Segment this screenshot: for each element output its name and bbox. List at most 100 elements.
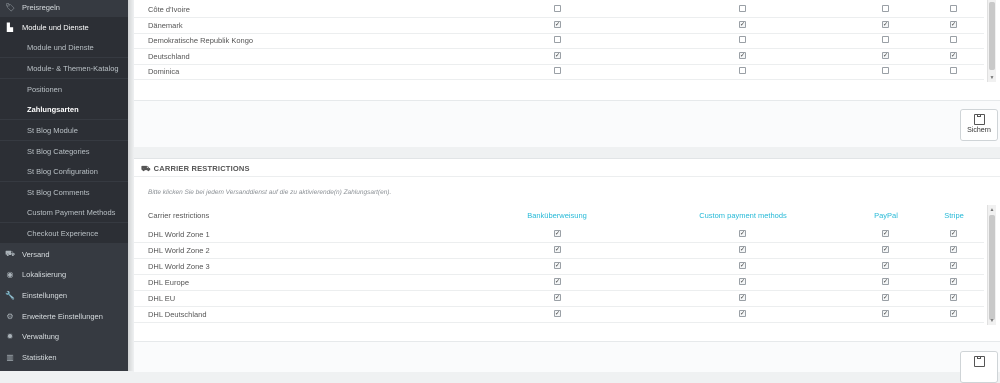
- row-name: Dänemark: [148, 20, 183, 30]
- column-header-custom-payment-methods[interactable]: Custom payment methods: [693, 211, 793, 220]
- sidebar-item-label: St Blog Module: [27, 125, 78, 135]
- table-row: Demokratische Republik Kongo: [134, 33, 984, 49]
- payment-checkbox[interactable]: [554, 310, 561, 317]
- payment-checkbox[interactable]: [882, 278, 889, 285]
- payment-checkbox[interactable]: [554, 262, 561, 269]
- column-header-stripe[interactable]: Stripe: [934, 211, 974, 220]
- sidebar-item-module-und-dienste[interactable]: ▙ Module und Dienste: [0, 17, 128, 37]
- payment-checkbox[interactable]: [739, 5, 746, 12]
- payment-checkbox[interactable]: [882, 5, 889, 12]
- tag-icon: 🏷: [5, 2, 16, 12]
- sidebar-subitem-st-blog-configuration[interactable]: St Blog Configuration: [0, 161, 128, 181]
- sidebar-subitem-custom-payment-methods[interactable]: Custom Payment Methods: [0, 202, 128, 222]
- payment-checkbox[interactable]: [739, 294, 746, 301]
- payment-checkbox[interactable]: [882, 230, 889, 237]
- payment-checkbox[interactable]: [739, 20, 746, 28]
- table-row: DHL Europe: [134, 275, 984, 291]
- scroll-down-arrow-icon[interactable]: ▼: [988, 317, 996, 325]
- payment-checkbox[interactable]: [554, 67, 561, 74]
- sidebar-item-lokalisierung[interactable]: ◉ Lokalisierung: [0, 264, 128, 284]
- globe-icon: ◉: [6, 269, 14, 279]
- payment-checkbox[interactable]: [554, 5, 561, 12]
- payment-checkbox[interactable]: [739, 310, 746, 317]
- row-name: DHL Deutschland: [148, 310, 207, 319]
- payment-checkbox[interactable]: [739, 67, 746, 74]
- payment-checkbox[interactable]: [554, 20, 561, 28]
- payment-checkbox[interactable]: [882, 294, 889, 301]
- country-table-scrollbar[interactable]: ▼: [987, 0, 996, 82]
- payment-checkbox[interactable]: [950, 262, 957, 269]
- payment-checkbox[interactable]: [882, 246, 889, 253]
- table-row: DHL World Zone 2: [134, 243, 984, 259]
- scrollbar-thumb[interactable]: [989, 215, 995, 320]
- payment-checkbox[interactable]: [739, 51, 746, 59]
- sidebar-item-einstellungen[interactable]: 🔧 Einstellungen: [0, 285, 128, 305]
- sidebar-subitem-st-blog-module[interactable]: St Blog Module: [0, 120, 128, 140]
- payment-checkbox[interactable]: [739, 36, 746, 43]
- sidebar-subitem-zahlungsarten[interactable]: Zahlungsarten: [0, 99, 128, 119]
- save-button-label: Sichern: [967, 127, 991, 134]
- table-row: DHL Deutschland: [134, 307, 984, 323]
- scroll-up-arrow-icon[interactable]: ▲: [988, 206, 996, 214]
- sidebar-subitem-st-blog-categories[interactable]: St Blog Categories: [0, 141, 128, 161]
- payment-checkbox[interactable]: [739, 278, 746, 285]
- payment-checkbox[interactable]: [882, 67, 889, 74]
- truck-icon: ⛟: [141, 164, 151, 173]
- panel-title-text: CARRIER RESTRICTIONS: [153, 164, 250, 173]
- sidebar-subitem-positionen[interactable]: Positionen: [0, 79, 128, 99]
- payment-checkbox[interactable]: [554, 51, 561, 59]
- row-name: DHL Europe: [148, 278, 189, 287]
- payment-checkbox[interactable]: [950, 310, 957, 317]
- payment-checkbox[interactable]: [882, 36, 889, 43]
- sidebar-item-label: St Blog Configuration: [27, 166, 98, 176]
- payment-checkbox[interactable]: [950, 36, 957, 43]
- sidebar-subitem-checkout-experience[interactable]: Checkout Experience: [0, 223, 128, 243]
- payment-checkbox[interactable]: [882, 262, 889, 269]
- payment-checkbox[interactable]: [882, 20, 889, 28]
- payment-checkbox[interactable]: [882, 51, 889, 59]
- save-button[interactable]: Sichern: [960, 109, 998, 141]
- payment-checkbox[interactable]: [950, 246, 957, 253]
- sidebar-item-label: Zahlungsarten: [27, 104, 79, 114]
- sidebar-subitem-st-blog-comments[interactable]: St Blog Comments: [0, 182, 128, 202]
- sidebar-item-statistiken[interactable]: ▥ Statistiken: [0, 347, 128, 367]
- payment-checkbox[interactable]: [950, 278, 957, 285]
- sidebar-item-label: Checkout Experience: [27, 228, 99, 238]
- table-row: Côte d'Ivoire: [134, 2, 984, 18]
- sidebar-item-preisregeln[interactable]: 🏷 Preisregeln: [0, 0, 128, 17]
- payment-checkbox[interactable]: [739, 230, 746, 237]
- carrier-table-scrollbar[interactable]: ▲ ▼: [987, 205, 996, 325]
- payment-checkbox[interactable]: [950, 51, 957, 59]
- scrollbar-thumb[interactable]: [989, 2, 995, 70]
- save-button-carrier[interactable]: [960, 351, 998, 383]
- sidebar-item-label: Verwaltung: [22, 331, 60, 341]
- payment-checkbox[interactable]: [554, 294, 561, 301]
- row-name: DHL World Zone 1: [148, 230, 210, 239]
- sidebar-item-label: Einstellungen: [22, 290, 68, 300]
- sidebar-item-versand[interactable]: ⛟ Versand: [0, 244, 128, 264]
- payment-checkbox[interactable]: [739, 262, 746, 269]
- payment-checkbox[interactable]: [950, 67, 957, 74]
- payment-checkbox[interactable]: [950, 230, 957, 237]
- payment-checkbox[interactable]: [882, 310, 889, 317]
- payment-checkbox[interactable]: [950, 294, 957, 301]
- payment-checkbox[interactable]: [950, 20, 957, 28]
- sidebar-item-erweiterte-einstellungen[interactable]: ⚙ Erweiterte Einstellungen: [0, 306, 128, 326]
- sidebar-subitem-katalog[interactable]: Module- & Themen-Katalog: [0, 58, 128, 78]
- payment-checkbox[interactable]: [739, 246, 746, 253]
- column-header-paypal[interactable]: PayPal: [868, 211, 904, 220]
- scroll-down-arrow-icon[interactable]: ▼: [988, 74, 996, 82]
- sidebar-item-verwaltung[interactable]: ✹ Verwaltung: [0, 326, 128, 346]
- table-row: DHL World Zone 1: [134, 227, 984, 243]
- payment-checkbox[interactable]: [554, 230, 561, 237]
- sidebar-item-label: Statistiken: [22, 352, 57, 362]
- payment-checkbox[interactable]: [554, 36, 561, 43]
- sidebar-subitem-module-und-dienste[interactable]: Module und Dienste: [0, 37, 128, 57]
- column-header-bankueberweisung[interactable]: Banküberweisung: [527, 211, 587, 220]
- payment-checkbox[interactable]: [554, 246, 561, 253]
- table-row: Dominica: [134, 64, 984, 80]
- payment-checkbox[interactable]: [950, 5, 957, 12]
- sidebar-item-label: Versand: [22, 249, 50, 259]
- payment-checkbox[interactable]: [554, 278, 561, 285]
- sidebar-item-label: Custom Payment Methods: [27, 207, 116, 217]
